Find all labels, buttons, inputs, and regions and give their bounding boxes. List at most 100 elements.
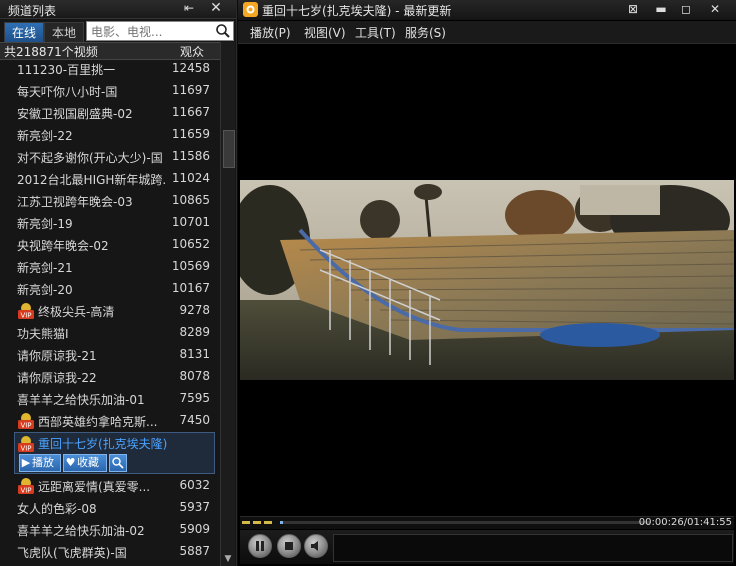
list-item-viewers: 10701	[171, 215, 210, 229]
list-item-name: 飞虎队(飞虎群英)-国	[17, 546, 127, 560]
list-item[interactable]: 请你原谅我-22 8078	[0, 366, 220, 388]
selected-item-name: 重回十七岁(扎克埃夫隆)	[38, 437, 168, 451]
menu-tools[interactable]: 工具(T)	[355, 24, 396, 41]
vip-icon: VIP	[18, 413, 34, 429]
list-item[interactable]: 2012台北最HIGH新年城跨... 11024	[0, 168, 220, 190]
menu-service[interactable]: 服务(S)	[405, 24, 446, 41]
stop-icon	[285, 542, 293, 550]
list-item[interactable]: 功夫熊猫I 8289	[0, 322, 220, 344]
video-list: 111230-百里挑一 12458 每天吓你八小时-国 11697 安徽卫视国剧盛典-0…	[0, 58, 220, 566]
list-item[interactable]: VIP 远距离爱情(真爱零... 6032	[0, 475, 220, 497]
list-item-name: 终极尖兵-高清	[38, 305, 115, 319]
list-item[interactable]: 江苏卫视跨年晚会-03 10865	[0, 190, 220, 212]
menu-view[interactable]: 视图(V)	[304, 24, 346, 41]
favorite-button[interactable]: ♥ 收藏	[63, 454, 107, 472]
list-item-viewers: 8078	[179, 369, 210, 383]
mini-mode-icon[interactable]: ⊠	[622, 1, 644, 17]
list-item[interactable]: 央视跨年晚会-02 10652	[0, 234, 220, 256]
panel-titlebar: 频道列表 ⇤ ✕	[0, 0, 236, 19]
pause-icon	[256, 541, 264, 551]
buffer-indicator	[264, 521, 272, 524]
list-item[interactable]: 飞虎队(飞虎群英)-国 5887	[0, 541, 220, 563]
list-item[interactable]: 每天吓你八小时-国 11697	[0, 80, 220, 102]
list-item[interactable]: 喜羊羊之给快乐加油-02 5909	[0, 519, 220, 541]
list-item[interactable]: 新亮剑-20 10167	[0, 278, 220, 300]
volume-panel[interactable]	[333, 534, 733, 562]
list-item[interactable]: 请你原谅我-21 8131	[0, 344, 220, 366]
close-icon[interactable]: ✕	[704, 1, 726, 17]
seek-progress	[280, 521, 283, 524]
speaker-icon	[311, 541, 318, 551]
list-item-name: 功夫熊猫I	[17, 327, 69, 341]
vip-icon: VIP	[18, 478, 34, 494]
list-item[interactable]: 111230-百里挑一 12458	[0, 58, 220, 80]
list-item-name: 江苏卫视跨年晚会-03	[17, 195, 133, 209]
list-item-name: 央视跨年晚会-02	[17, 239, 109, 253]
list-item-viewers: 5937	[179, 500, 210, 514]
detail-search-button[interactable]	[109, 454, 127, 472]
control-bar	[240, 530, 734, 564]
list-item[interactable]: VIP 西部英雄约拿哈克斯... 7450	[0, 410, 220, 432]
list-item[interactable]: 女人的色彩-08 5937	[0, 497, 220, 519]
list-item[interactable]: 新亮剑-19 10701	[0, 212, 220, 234]
pin-icon[interactable]: ⇤	[178, 1, 200, 16]
vip-icon: VIP	[18, 436, 34, 452]
list-item[interactable]: 对不起多谢你(开心大少)-国 11586	[0, 146, 220, 168]
tab-local[interactable]: 本地	[44, 22, 84, 44]
svg-text:VIP: VIP	[20, 422, 31, 430]
stop-button[interactable]	[277, 534, 301, 558]
list-item-viewers: 7595	[179, 391, 210, 405]
search-icon[interactable]	[215, 23, 231, 39]
list-item-name: 西部英雄约拿哈克斯...	[38, 415, 158, 429]
list-item-name: 111230-百里挑一	[17, 63, 116, 77]
list-item[interactable]: VIP 终极尖兵-高清 9278	[0, 300, 220, 322]
search-input[interactable]	[89, 22, 213, 42]
list-item-viewers: 10569	[171, 259, 210, 273]
buffer-indicator	[242, 521, 250, 524]
list-item-name: 新亮剑-22	[17, 129, 73, 143]
magnifier-icon	[112, 457, 124, 469]
scroll-down-icon[interactable]: ▼	[223, 554, 233, 564]
channel-list-panel: 频道列表 ⇤ ✕ 在线 本地 共218871个视频 观众 111230-百里挑一…	[0, 0, 237, 566]
volume-button[interactable]	[304, 534, 328, 558]
list-item-viewers: 11586	[171, 149, 210, 163]
list-item-viewers: 12458	[171, 61, 210, 75]
pause-button[interactable]	[248, 534, 272, 558]
maximize-icon[interactable]: ◻	[675, 1, 697, 17]
list-item-viewers: 8131	[179, 347, 210, 361]
minimize-icon[interactable]: ▬	[650, 1, 672, 17]
list-item[interactable]: 新亮剑-22 11659	[0, 124, 220, 146]
svg-text:VIP: VIP	[20, 312, 31, 320]
player-title: 重回十七岁(扎克埃夫隆) - 最新更新	[262, 4, 452, 18]
list-item-name: 喜羊羊之给快乐加油-02	[17, 524, 145, 538]
svg-text:VIP: VIP	[20, 445, 31, 453]
menu-play[interactable]: 播放(P)	[250, 24, 291, 41]
list-item-viewers: 8289	[179, 325, 210, 339]
video-frame[interactable]	[240, 180, 734, 380]
list-item-name: 请你原谅我-22	[17, 371, 97, 385]
list-item-name: 女人的色彩-08	[17, 502, 97, 516]
list-item[interactable]: 喜羊羊之给快乐加油-01 7595	[0, 388, 220, 410]
list-item-name: 喜羊羊之给快乐加油-01	[17, 393, 145, 407]
panel-title: 频道列表	[8, 4, 57, 18]
play-button[interactable]: ▶ 播放	[19, 454, 61, 472]
buffer-indicator	[253, 521, 261, 524]
list-item-name: 远距离爱情(真爱零...	[38, 480, 151, 494]
scrollbar-thumb[interactable]	[223, 130, 235, 168]
seek-track[interactable]	[280, 521, 650, 524]
selected-list-item[interactable]: VIP 重回十七岁(扎克埃夫隆) ▶ 播放 ♥ 收藏	[14, 432, 215, 474]
seek-bar[interactable]: 00:00:26/01:41:55	[240, 516, 734, 529]
app-logo-icon	[243, 2, 258, 17]
player-titlebar: 重回十七岁(扎克埃夫隆) - 最新更新 ⊠ ▬ ◻ ✕	[238, 0, 736, 20]
list-item[interactable]: 新亮剑-21 10569	[0, 256, 220, 278]
close-icon[interactable]: ✕	[206, 0, 226, 16]
search-box	[86, 21, 234, 42]
list-item[interactable]: 安徽卫视国剧盛典-02 11667	[0, 102, 220, 124]
tab-online[interactable]: 在线	[4, 22, 44, 44]
list-scrollbar[interactable]: ▼	[220, 42, 235, 566]
list-item-viewers: 10652	[171, 237, 210, 251]
list-item-viewers: 9278	[179, 303, 210, 317]
list-item-viewers: 5887	[179, 544, 210, 558]
time-display: 00:00:26/01:41:55	[638, 517, 732, 528]
list-item-name: 新亮剑-20	[17, 283, 73, 297]
